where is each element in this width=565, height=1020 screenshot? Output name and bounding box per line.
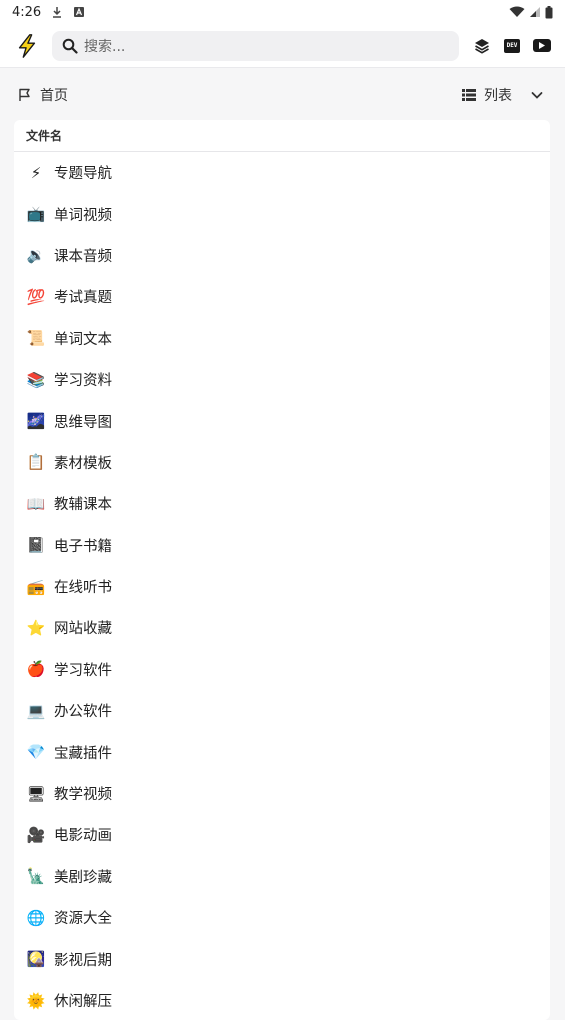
folder-emoji-icon: 💎 xyxy=(26,743,46,762)
list-item[interactable]: 🎑 影视后期 xyxy=(14,938,550,979)
list-item-label: 影视后期 xyxy=(54,952,112,969)
list-item[interactable]: 📚 学习资料 xyxy=(14,359,550,400)
folder-emoji-icon: 🎥 xyxy=(26,825,46,844)
folder-emoji-icon: 📜 xyxy=(26,329,46,348)
folder-emoji-icon: ⚡ xyxy=(30,163,42,182)
list-item-label: 教学视频 xyxy=(54,787,112,804)
folder-emoji-icon: ⭐ xyxy=(26,618,46,637)
list-item[interactable]: 💻 办公软件 xyxy=(14,690,550,731)
list-item[interactable]: 💯 考试真题 xyxy=(14,276,550,317)
list-item[interactable]: ⚡ 专题导航 xyxy=(14,152,550,193)
toolbar: 首页 列表 xyxy=(14,80,550,110)
breadcrumb[interactable]: 首页 xyxy=(14,85,68,105)
download-icon xyxy=(53,7,62,18)
folder-emoji-icon: 🗽 xyxy=(26,867,46,886)
list-item-label: 电影动画 xyxy=(54,828,112,845)
youtube-icon xyxy=(533,39,551,52)
list-item[interactable]: 📖 教辅课本 xyxy=(14,483,550,524)
list-item-label: 学习资料 xyxy=(54,373,112,390)
folder-emoji-icon: 📚 xyxy=(26,370,46,389)
wifi-icon xyxy=(509,6,525,17)
folder-emoji-icon: 💻 xyxy=(26,701,46,720)
folder-emoji-icon: 📺 xyxy=(26,205,46,224)
list-item-label: 休闲解压 xyxy=(54,994,112,1010)
dev-button[interactable]: DEV xyxy=(503,37,521,55)
list-item-label: 课本音频 xyxy=(54,248,112,265)
list-item-label: 办公软件 xyxy=(54,704,112,721)
folder-emoji-icon: 🌐 xyxy=(26,908,46,927)
layers-icon xyxy=(475,38,489,54)
list-item[interactable]: 📻 在线听书 xyxy=(14,566,550,607)
folder-emoji-icon: 📓 xyxy=(26,536,46,555)
folder-emoji-icon: 🎑 xyxy=(26,950,46,969)
file-list: 文件名 ⚡ 专题导航 📺 单词视频 🔉 课本音频 💯 考试真题 📜 单词文本 📚 学习资料 🌌 思维导图 📋… xyxy=(14,120,550,1020)
youtube-button[interactable] xyxy=(533,37,551,55)
breadcrumb-home[interactable]: 首页 xyxy=(40,85,68,105)
folder-emoji-icon: 🍎 xyxy=(26,660,46,679)
search-icon xyxy=(62,38,78,54)
list-view-icon xyxy=(462,89,476,101)
list-item-label: 宝藏插件 xyxy=(54,745,112,762)
flag-icon xyxy=(19,88,30,101)
battery-icon xyxy=(545,5,553,18)
status-time: 4:26 xyxy=(12,4,42,20)
list-item[interactable]: 📺 单词视频 xyxy=(14,193,550,234)
lightning-logo-icon[interactable] xyxy=(14,32,40,60)
list-item[interactable]: 💎 宝藏插件 xyxy=(14,731,550,772)
view-mode-label: 列表 xyxy=(484,88,512,104)
layers-button[interactable] xyxy=(473,37,491,55)
list-item-label: 在线听书 xyxy=(54,580,112,597)
list-item[interactable]: 🔉 课本音频 xyxy=(14,235,550,276)
list-item-label: 美剧珍藏 xyxy=(54,869,112,886)
list-item[interactable]: 🌐 资源大全 xyxy=(14,897,550,938)
list-item-label: 网站收藏 xyxy=(54,621,112,638)
list-item[interactable]: ⭐ 网站收藏 xyxy=(14,607,550,648)
search-input[interactable]: 搜索... xyxy=(52,30,459,61)
list-item-label: 资源大全 xyxy=(54,911,112,928)
dev-icon: DEV xyxy=(504,38,520,53)
list-item[interactable]: 🖥 教学视频 xyxy=(14,773,550,814)
list-item-label: 思维导图 xyxy=(54,414,112,431)
list-item[interactable]: 🌌 思维导图 xyxy=(14,400,550,441)
signal-icon xyxy=(530,7,540,17)
list-item[interactable]: 📓 电子书籍 xyxy=(14,525,550,566)
list-item[interactable]: 📜 单词文本 xyxy=(14,318,550,359)
list-item-label: 学习软件 xyxy=(54,662,112,679)
list-item-label: 教辅课本 xyxy=(54,497,112,514)
list-item-label: 素材模板 xyxy=(54,455,112,472)
folder-emoji-icon: 🌞 xyxy=(26,991,46,1010)
folder-emoji-icon: 📻 xyxy=(26,577,46,596)
status-bar: 4:26 xyxy=(0,0,565,24)
list-item-label: 电子书籍 xyxy=(54,538,112,555)
list-item-label: 考试真题 xyxy=(54,290,112,307)
list-item[interactable]: 📋 素材模板 xyxy=(14,442,550,483)
folder-emoji-icon: 🔉 xyxy=(26,246,46,265)
list-item-label: 单词视频 xyxy=(54,207,112,224)
column-header-filename[interactable]: 文件名 xyxy=(14,120,550,152)
list-item[interactable]: 🎥 电影动画 xyxy=(14,814,550,855)
folder-emoji-icon: 🖥 xyxy=(26,784,46,803)
folder-emoji-icon: 📖 xyxy=(26,494,46,513)
folder-emoji-icon: 💯 xyxy=(26,287,46,306)
font-icon xyxy=(74,7,85,17)
search-placeholder: 搜索... xyxy=(84,38,126,55)
chevron-down-icon xyxy=(531,92,543,99)
view-mode-select[interactable]: 列表 xyxy=(462,85,550,105)
list-item-label: 专题导航 xyxy=(54,166,112,183)
folder-emoji-icon: 🌌 xyxy=(26,412,46,431)
list-item[interactable]: 🍎 学习软件 xyxy=(14,649,550,690)
app-bar: 搜索... DEV xyxy=(0,24,565,68)
list-item[interactable]: 🌞 休闲解压 xyxy=(14,980,550,1020)
list-item[interactable]: 🗽 美剧珍藏 xyxy=(14,856,550,897)
list-item-label: 单词文本 xyxy=(54,331,112,348)
folder-emoji-icon: 📋 xyxy=(26,453,46,472)
